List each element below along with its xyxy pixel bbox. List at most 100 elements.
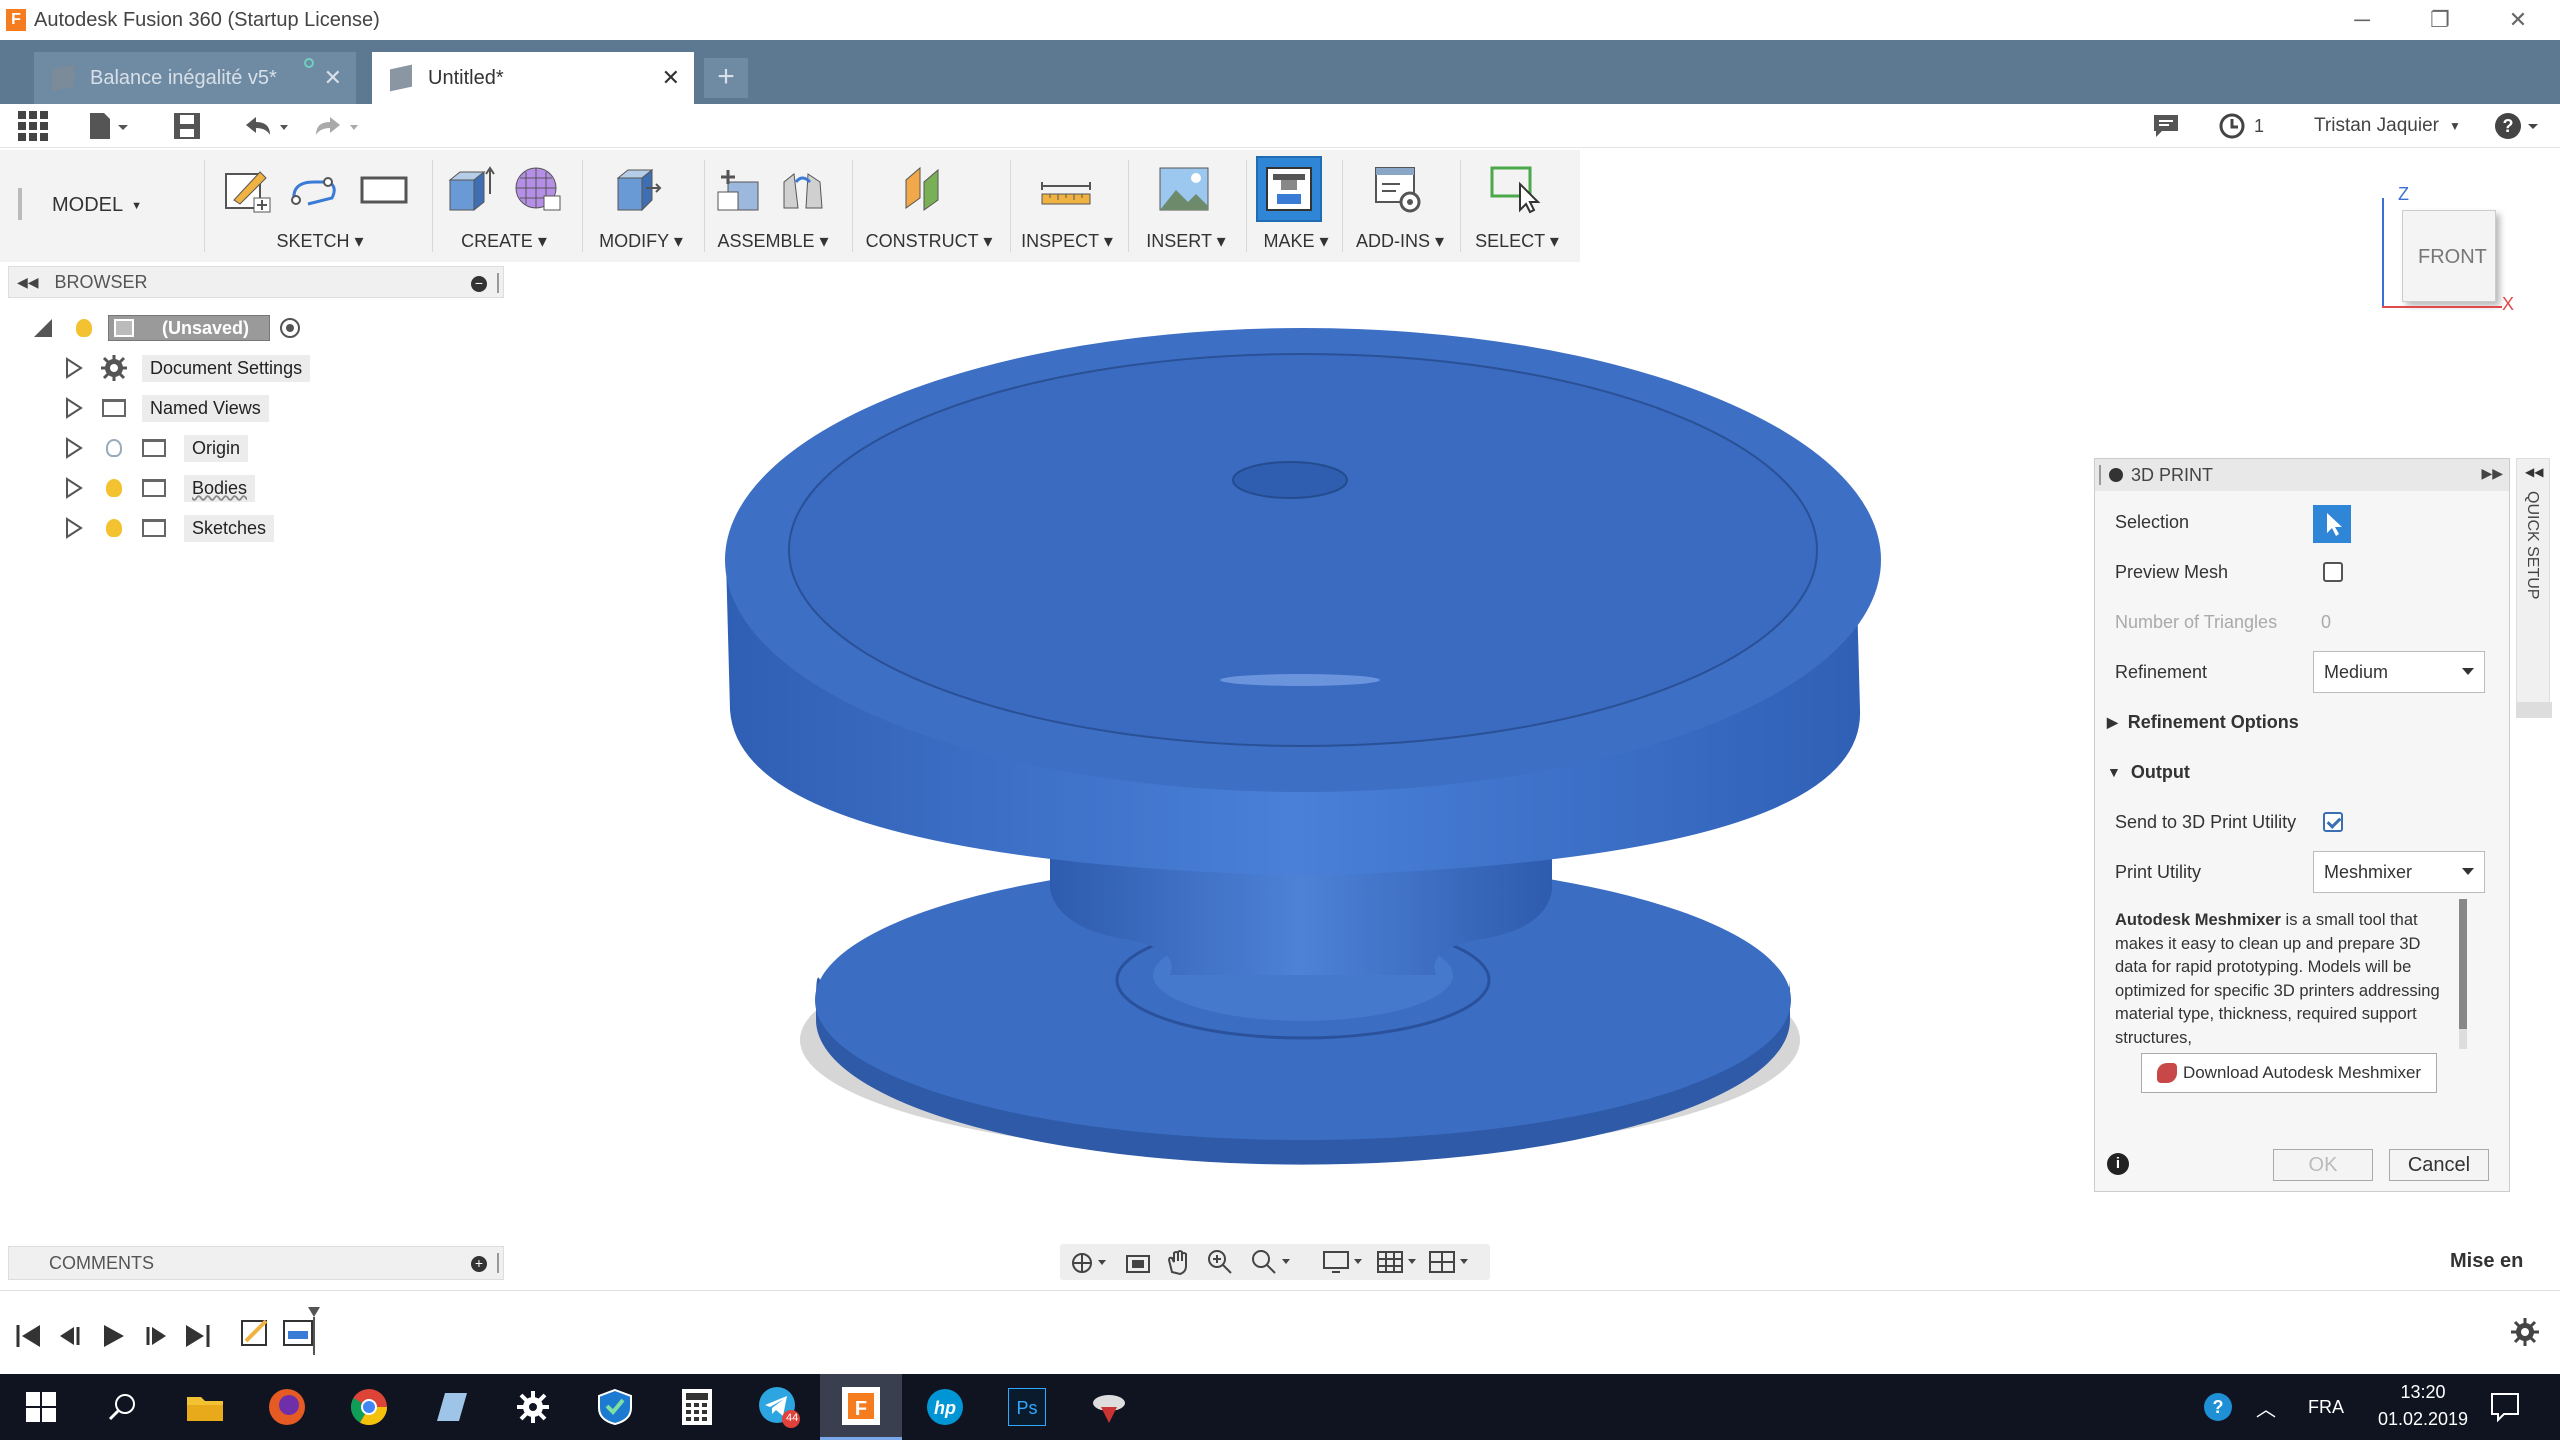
add-ins-menu[interactable]: ADD-INS ▾ <box>1346 231 1454 252</box>
help-icon[interactable]: ? <box>2494 110 2540 142</box>
refinement-select[interactable]: Medium <box>2313 651 2485 693</box>
offset-plane-icon[interactable] <box>900 164 952 214</box>
telegram-icon[interactable]: 44 <box>738 1374 820 1440</box>
data-panel-grid-icon[interactable] <box>18 110 48 142</box>
tree-item-origin[interactable]: Origin <box>0 428 500 468</box>
play-icon[interactable] <box>98 1323 128 1349</box>
quick-setup-sidebar[interactable]: ◀◀ QUICK SETUP <box>2516 458 2550 714</box>
visibility-bulb-icon[interactable] <box>106 519 122 537</box>
create-menu[interactable]: CREATE ▾ <box>436 231 572 252</box>
expand-arrow-icon[interactable] <box>64 437 84 459</box>
ribbon-group-construct[interactable]: CONSTRUCT ▾ <box>856 150 1002 262</box>
select-icon[interactable] <box>1490 164 1542 214</box>
file-menu-icon[interactable] <box>86 110 132 142</box>
expand-arrow-icon[interactable] <box>64 397 84 419</box>
collapse-browser-icon[interactable]: ◀◀ <box>17 274 39 291</box>
joint-icon[interactable] <box>778 164 830 214</box>
tab-untitled[interactable]: Untitled* ✕ <box>372 52 694 104</box>
insert-image-icon[interactable] <box>1158 164 1210 214</box>
undo-icon[interactable] <box>240 110 290 142</box>
new-tab-button[interactable]: + <box>704 58 748 98</box>
comments-panel-header[interactable]: COMMENTS + <box>8 1246 504 1280</box>
app-icon[interactable] <box>410 1374 492 1440</box>
step-back-icon[interactable] <box>56 1323 86 1349</box>
user-menu[interactable]: Tristan Jaquier ▼ <box>2314 110 2461 142</box>
close-tab-icon[interactable]: ✕ <box>324 65 342 91</box>
minimize-icon[interactable]: ─ <box>2324 0 2400 40</box>
tree-item-document-settings[interactable]: Document Settings <box>0 348 500 388</box>
ribbon-group-add-ins[interactable]: ADD-INS ▾ <box>1346 150 1454 262</box>
collapse-sidebar-icon[interactable]: ◀◀ <box>2525 465 2543 479</box>
security-shield-icon[interactable] <box>574 1374 656 1440</box>
desc-scroll-thumb[interactable] <box>2459 899 2467 1029</box>
close-tab-icon[interactable]: ✕ <box>662 65 680 91</box>
look-at-icon[interactable] <box>1124 1250 1152 1276</box>
3d-print-icon[interactable] <box>1263 164 1315 214</box>
expand-dialog-icon[interactable]: ▶▶ <box>2481 465 2503 482</box>
viewports-icon[interactable] <box>1428 1248 1472 1276</box>
ribbon-group-make[interactable]: MAKE ▾ <box>1250 150 1342 262</box>
output-row[interactable]: ▼ Output <box>2095 747 2511 797</box>
panel-grip[interactable] <box>2099 465 2101 485</box>
windows-start-icon[interactable] <box>0 1374 82 1440</box>
timeline-3d-print-icon[interactable] <box>280 1305 330 1355</box>
rectangle-icon[interactable] <box>358 164 410 214</box>
hidden-bulb-icon[interactable] <box>106 439 122 457</box>
step-forward-icon[interactable] <box>140 1323 170 1349</box>
timeline-sketch-icon[interactable] <box>240 1317 272 1349</box>
fusion360-taskbar-icon[interactable]: F <box>820 1374 902 1440</box>
expand-arrow-icon[interactable] <box>64 357 84 379</box>
expand-arrow-icon[interactable] <box>64 517 84 539</box>
make-menu[interactable]: MAKE ▾ <box>1250 231 1342 252</box>
create-sketch-icon[interactable] <box>220 164 272 214</box>
calculator-icon[interactable] <box>656 1374 738 1440</box>
preview-mesh-checkbox[interactable] <box>2323 562 2343 582</box>
redo-icon[interactable] <box>310 110 360 142</box>
ribbon-group-select[interactable]: SELECT ▾ <box>1464 150 1570 262</box>
ok-button[interactable]: OK <box>2273 1149 2373 1181</box>
browser-panel-header[interactable]: ◀◀ BROWSER − <box>8 266 504 298</box>
ribbon-grip[interactable] <box>18 188 22 220</box>
add-comment-icon[interactable]: + <box>471 1256 487 1272</box>
search-icon[interactable] <box>82 1374 164 1440</box>
print-utility-select[interactable]: Meshmixer <box>2313 851 2485 893</box>
workspace-switcher[interactable]: MODEL ▼ <box>52 194 142 217</box>
ribbon-group-create[interactable]: CREATE ▾ <box>436 150 572 262</box>
close-window-icon[interactable]: ✕ <box>2480 0 2556 40</box>
download-meshmixer-button[interactable]: Download Autodesk Meshmixer <box>2141 1053 2437 1093</box>
line-icon[interactable] <box>288 164 340 214</box>
output-toggle[interactable]: ▼ Output <box>2107 762 2190 783</box>
selection-button[interactable] <box>2313 505 2351 543</box>
info-icon[interactable]: i <box>2107 1153 2129 1175</box>
viewport-canvas[interactable] <box>700 300 1900 1200</box>
sidebar-scroll[interactable] <box>2516 702 2552 718</box>
hp-icon[interactable]: hp <box>904 1374 986 1440</box>
restore-icon[interactable]: ❐ <box>2402 0 2478 40</box>
collapse-arrow-icon[interactable] <box>34 319 52 337</box>
ribbon-group-sketch[interactable]: SKETCH ▾ <box>212 150 428 262</box>
inspect-menu[interactable]: INSPECT ▾ <box>1014 231 1120 252</box>
tree-item-sketches[interactable]: Sketches <box>0 508 500 548</box>
modify-menu[interactable]: MODIFY ▾ <box>586 231 696 252</box>
cancel-button[interactable]: Cancel <box>2389 1149 2489 1181</box>
timeline-settings-gear-icon[interactable] <box>2510 1317 2540 1347</box>
display-settings-icon[interactable] <box>1322 1248 1366 1276</box>
extrude-icon[interactable] <box>444 164 496 214</box>
fit-icon[interactable] <box>1250 1248 1294 1276</box>
ribbon-group-assemble[interactable]: ASSEMBLE ▾ <box>706 150 840 262</box>
zoom-icon[interactable] <box>1206 1248 1234 1276</box>
visibility-bulb-icon[interactable] <box>76 319 92 337</box>
visibility-bulb-icon[interactable] <box>106 479 122 497</box>
action-center-icon[interactable] <box>2464 1374 2546 1440</box>
ribbon-group-inspect[interactable]: INSPECT ▾ <box>1014 150 1120 262</box>
3d-model-body[interactable] <box>725 328 1881 1165</box>
view-cube[interactable]: Z FRONT X <box>2380 180 2520 320</box>
chrome-icon[interactable] <box>328 1374 410 1440</box>
file-explorer-icon[interactable] <box>164 1374 246 1440</box>
orbit-icon[interactable] <box>1070 1250 1110 1276</box>
sketch-menu[interactable]: SKETCH ▾ <box>212 231 428 252</box>
go-to-start-icon[interactable] <box>14 1323 44 1349</box>
save-icon[interactable] <box>172 110 202 142</box>
construct-menu[interactable]: CONSTRUCT ▾ <box>856 231 1002 252</box>
app-icon[interactable] <box>1068 1374 1150 1440</box>
